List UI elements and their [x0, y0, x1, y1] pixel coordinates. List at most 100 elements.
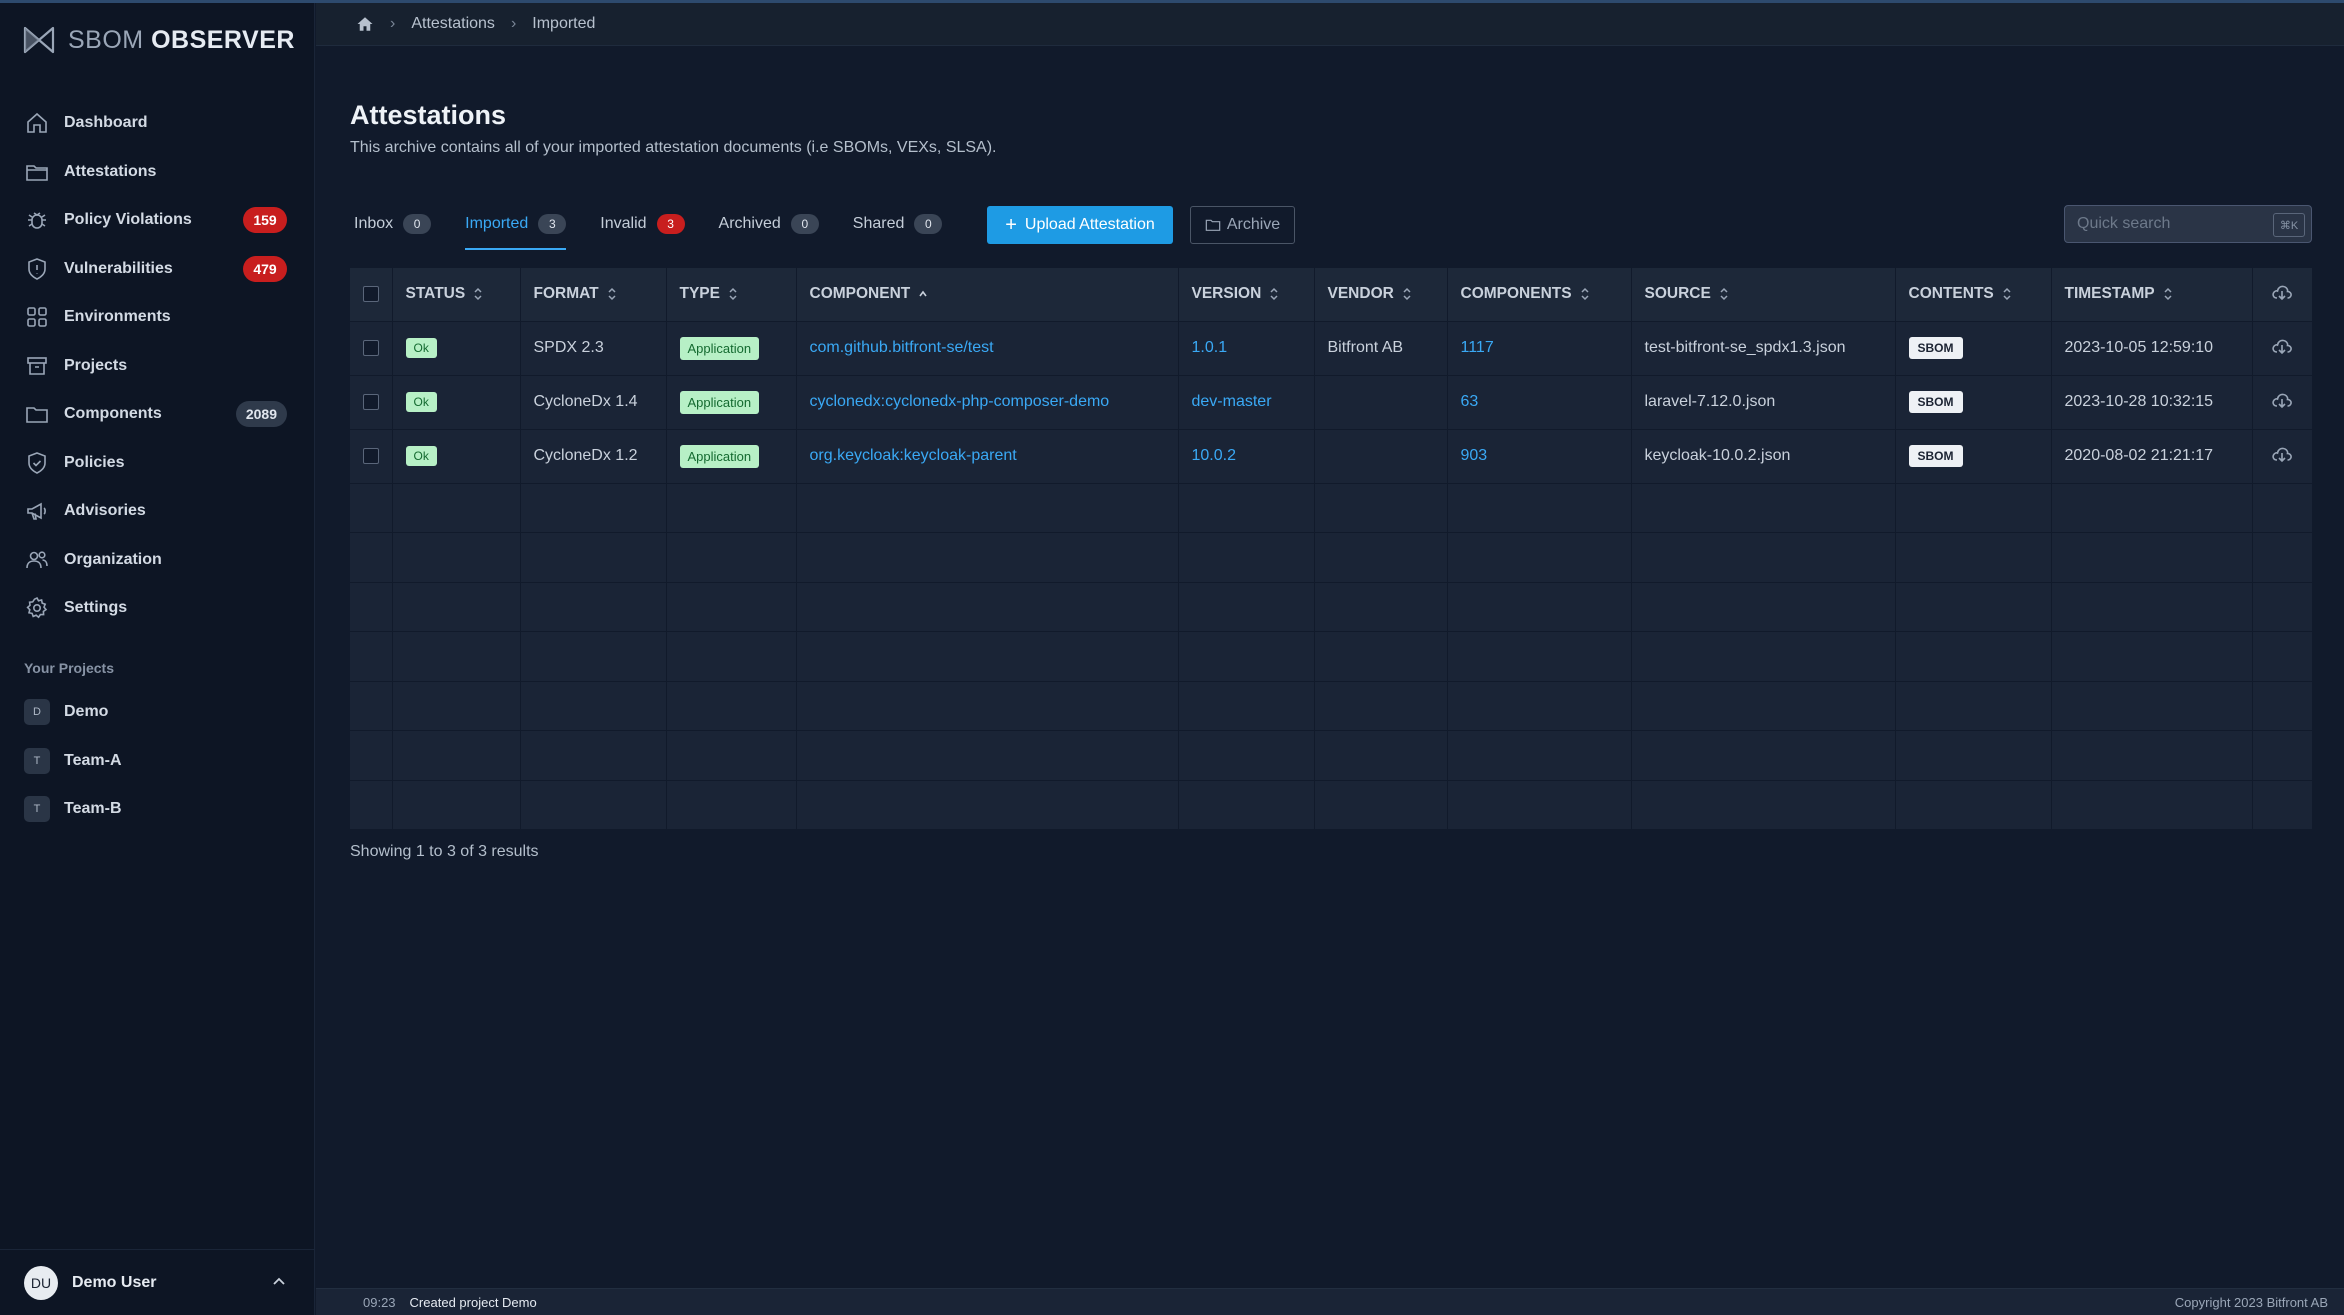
footer-message: Created project Demo: [409, 1294, 537, 1310]
col-component[interactable]: COMPONENT: [796, 268, 1179, 322]
logo-text-bold: OBSERVER: [151, 25, 295, 54]
home-icon: [24, 110, 50, 136]
users-icon: [24, 547, 50, 573]
project-item-demo[interactable]: D Demo: [0, 688, 315, 737]
breadcrumb-attestations[interactable]: Attestations: [411, 15, 495, 33]
timestamp-cell: 2023-10-05 12:59:10: [2051, 321, 2253, 376]
component-link[interactable]: com.github.bitfront-se/test: [810, 339, 994, 356]
col-format[interactable]: FORMAT: [520, 268, 667, 322]
archive-button[interactable]: Archive: [1190, 206, 1295, 244]
chevron-up-icon[interactable]: [271, 1274, 287, 1290]
sidebar-item-projects[interactable]: Projects: [0, 342, 315, 391]
row-select-cell: [350, 375, 393, 430]
contents-cell: SBOM: [1895, 321, 2052, 376]
cloud-download-icon[interactable]: [2270, 442, 2294, 466]
breadcrumb-imported[interactable]: Imported: [532, 15, 595, 33]
sidebar-item-environments[interactable]: Environments: [0, 293, 315, 342]
col-download[interactable]: [2252, 268, 2312, 322]
tab-label: Shared: [852, 215, 905, 232]
sidebar-item-policy-violations[interactable]: Policy Violations 159: [0, 196, 315, 245]
contents-badge: SBOM: [1908, 337, 1963, 359]
logo[interactable]: SBOM OBSERVER: [22, 23, 295, 57]
sidebar-item-label: Advisories: [64, 502, 146, 520]
type-cell: Application: [666, 429, 797, 484]
projects-section-title: Your Projects: [24, 660, 114, 676]
user-menu[interactable]: DU Demo User: [0, 1249, 315, 1315]
col-components[interactable]: COMPONENTS: [1447, 268, 1632, 322]
col-status[interactable]: STATUS: [392, 268, 521, 322]
component-link[interactable]: org.keycloak:keycloak-parent: [810, 447, 1017, 464]
empty-row: [350, 483, 2312, 533]
sidebar-item-components[interactable]: Components 2089: [0, 390, 315, 439]
project-item-team-b[interactable]: T Team-B: [0, 785, 315, 834]
sidebar-item-attestations[interactable]: Attestations: [0, 148, 315, 197]
home-icon[interactable]: [356, 15, 374, 33]
table-row[interactable]: Ok SPDX 2.3 Application com.github.bitfr…: [350, 321, 2312, 376]
col-components-label: COMPONENTS: [1460, 285, 1572, 303]
tab-count: 0: [403, 214, 432, 234]
grid-icon: [24, 304, 50, 330]
project-item-team-a[interactable]: T Team-A: [0, 737, 315, 786]
tab-label: Imported: [465, 215, 529, 232]
components-count-link[interactable]: 63: [1461, 393, 1479, 410]
cloud-download-icon[interactable]: [2270, 334, 2294, 358]
table-row[interactable]: Ok CycloneDx 1.2 Application org.keycloa…: [350, 429, 2312, 484]
format-cell: CycloneDx 1.4: [520, 375, 667, 430]
cloud-download-icon[interactable]: [2270, 388, 2294, 412]
search-input[interactable]: [2077, 215, 2267, 233]
shield-alert-icon: [24, 256, 50, 282]
sidebar-item-organization[interactable]: Organization: [0, 536, 315, 585]
empty-row: [350, 532, 2312, 583]
col-type[interactable]: TYPE: [666, 268, 797, 322]
components-count-link[interactable]: 903: [1461, 447, 1488, 464]
logo-icon: [23, 26, 55, 54]
col-timestamp-label: TIMESTAMP: [2064, 285, 2155, 303]
empty-row: [350, 780, 2312, 830]
sidebar: SBOM OBSERVER Dashboard Attestations Pol…: [0, 3, 315, 1315]
tab-archived[interactable]: Archived 0: [719, 206, 819, 242]
component-link[interactable]: cyclonedx:cyclonedx-php-composer-demo: [810, 393, 1110, 410]
col-vendor[interactable]: VENDOR: [1314, 268, 1448, 322]
sidebar-item-label: Policy Violations: [64, 211, 192, 229]
status-badge: Ok: [405, 392, 437, 412]
tab-imported[interactable]: Imported 3: [465, 206, 567, 250]
upload-attestation-label: Upload Attestation: [1024, 216, 1155, 233]
version-link[interactable]: dev-master: [1192, 393, 1272, 410]
upload-attestation-button[interactable]: + Upload Attestation: [987, 206, 1173, 244]
col-version[interactable]: VERSION: [1178, 268, 1315, 322]
sidebar-item-vulnerabilities[interactable]: Vulnerabilities 479: [0, 245, 315, 294]
folder-icon: [24, 159, 50, 185]
row-checkbox[interactable]: [363, 447, 379, 464]
version-link[interactable]: 1.0.1: [1192, 339, 1228, 356]
sidebar-item-label: Attestations: [64, 162, 157, 180]
col-timestamp[interactable]: TIMESTAMP: [2051, 268, 2253, 322]
sort-icon: [474, 288, 482, 301]
sidebar-item-settings[interactable]: Settings: [0, 584, 315, 633]
tabs: Inbox 0 Imported 3 Invalid 3 Archived 0 …: [354, 206, 976, 250]
type-badge: Application: [679, 390, 760, 414]
row-checkbox[interactable]: [363, 393, 379, 410]
avatar: DU: [24, 1265, 58, 1300]
tab-shared[interactable]: Shared 0: [853, 206, 943, 242]
col-contents[interactable]: CONTENTS: [1895, 268, 2052, 322]
tab-invalid[interactable]: Invalid 3: [600, 206, 685, 242]
projects-list: D Demo T Team-A T Team-B: [0, 688, 315, 834]
archive-icon: [24, 353, 50, 379]
select-all-checkbox[interactable]: [363, 286, 379, 303]
components-count-link[interactable]: 1117: [1461, 339, 1494, 356]
project-initial: T: [24, 747, 50, 774]
row-select-cell: [350, 429, 393, 484]
row-checkbox[interactable]: [363, 339, 379, 356]
vendor-cell: Bitfront AB: [1314, 321, 1448, 376]
plus-icon: +: [1005, 214, 1017, 236]
contents-badge: SBOM: [1908, 391, 1963, 413]
sidebar-item-policies[interactable]: Policies: [0, 439, 315, 488]
footer-time: 09:23: [363, 1294, 396, 1310]
version-link[interactable]: 10.0.2: [1192, 447, 1236, 464]
shield-check-icon: [24, 450, 50, 476]
tab-inbox[interactable]: Inbox 0: [354, 206, 432, 242]
sidebar-item-advisories[interactable]: Advisories: [0, 487, 315, 536]
table-row[interactable]: Ok CycloneDx 1.4 Application cyclonedx:c…: [350, 375, 2312, 430]
col-source[interactable]: SOURCE: [1631, 268, 1896, 322]
sidebar-item-dashboard[interactable]: Dashboard: [0, 99, 315, 148]
